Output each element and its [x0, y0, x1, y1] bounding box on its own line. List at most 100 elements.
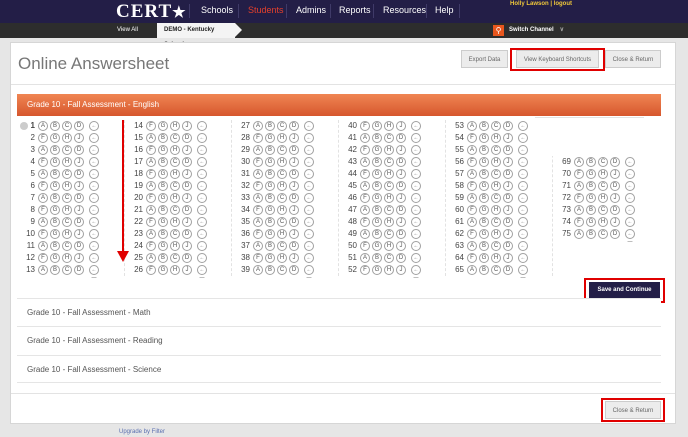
answer-bubble-j[interactable]: J — [289, 181, 299, 191]
answer-bubble-b[interactable]: B — [265, 217, 275, 227]
answer-bubble-f[interactable]: F — [253, 181, 263, 191]
clear-answer-button[interactable]: ←— — [411, 121, 421, 137]
answer-bubble-c[interactable]: C — [598, 205, 608, 215]
footer-upgrade-link[interactable]: Upgrade by Filter — [119, 429, 165, 435]
answer-bubble-a[interactable]: A — [38, 217, 48, 227]
clear-answer-button[interactable]: ←— — [411, 253, 421, 269]
answer-bubble-d[interactable]: D — [503, 145, 513, 155]
answer-bubble-b[interactable]: B — [50, 241, 60, 251]
answer-bubble-c[interactable]: C — [384, 205, 394, 215]
clear-answer-button[interactable]: ←— — [304, 181, 314, 197]
answer-bubble-a[interactable]: A — [146, 205, 156, 215]
answer-bubble-b[interactable]: B — [479, 241, 489, 251]
answer-bubble-b[interactable]: B — [586, 157, 596, 167]
clear-answer-button[interactable]: ←— — [197, 133, 207, 149]
answer-bubble-c[interactable]: C — [62, 145, 72, 155]
answer-bubble-d[interactable]: D — [289, 193, 299, 203]
assessment-header-english[interactable]: Grade 10 - Fall Assessment - English — [17, 94, 661, 116]
clear-answer-button[interactable]: ←— — [304, 205, 314, 221]
clear-answer-button[interactable]: ←— — [411, 145, 421, 161]
answer-bubble-a[interactable]: A — [146, 181, 156, 191]
answer-bubble-a[interactable]: A — [467, 121, 477, 131]
clear-answer-button[interactable]: ←— — [197, 145, 207, 161]
answer-bubble-a[interactable]: A — [253, 145, 263, 155]
answer-bubble-d[interactable]: D — [289, 217, 299, 227]
answer-bubble-b[interactable]: B — [372, 229, 382, 239]
clear-answer-button[interactable]: ←— — [304, 157, 314, 173]
answer-bubble-a[interactable]: A — [467, 217, 477, 227]
answer-bubble-h[interactable]: H — [384, 169, 394, 179]
answer-bubble-g[interactable]: G — [586, 193, 596, 203]
answer-bubble-h[interactable]: H — [384, 265, 394, 275]
answer-bubble-g[interactable]: G — [479, 205, 489, 215]
answer-bubble-f[interactable]: F — [38, 205, 48, 215]
answer-bubble-g[interactable]: G — [50, 229, 60, 239]
answer-bubble-a[interactable]: A — [360, 229, 370, 239]
answer-bubble-g[interactable]: G — [158, 145, 168, 155]
answer-bubble-a[interactable]: A — [38, 241, 48, 251]
nav-help[interactable]: Help — [427, 0, 462, 23]
clear-answer-button[interactable]: ←— — [411, 265, 421, 281]
answer-bubble-f[interactable]: F — [360, 169, 370, 179]
answer-bubble-f[interactable]: F — [146, 193, 156, 203]
answer-bubble-g[interactable]: G — [372, 121, 382, 131]
answer-bubble-g[interactable]: G — [372, 217, 382, 227]
answer-bubble-j[interactable]: J — [503, 157, 513, 167]
answer-bubble-a[interactable]: A — [467, 241, 477, 251]
clear-answer-button[interactable]: ←— — [518, 229, 528, 245]
clear-answer-button[interactable]: ←— — [197, 265, 207, 281]
answer-bubble-a[interactable]: A — [253, 121, 263, 131]
answer-bubble-c[interactable]: C — [170, 205, 180, 215]
answer-bubble-g[interactable]: G — [265, 229, 275, 239]
answer-bubble-d[interactable]: D — [182, 253, 192, 263]
answer-bubble-f[interactable]: F — [467, 157, 477, 167]
answer-bubble-j[interactable]: J — [396, 193, 406, 203]
answer-bubble-d[interactable]: D — [289, 265, 299, 275]
answer-bubble-c[interactable]: C — [491, 217, 501, 227]
answer-bubble-j[interactable]: J — [182, 265, 192, 275]
answer-bubble-f[interactable]: F — [146, 241, 156, 251]
answer-bubble-b[interactable]: B — [479, 121, 489, 131]
answer-bubble-c[interactable]: C — [491, 265, 501, 275]
answer-bubble-b[interactable]: B — [479, 217, 489, 227]
answer-bubble-f[interactable]: F — [38, 133, 48, 143]
answer-bubble-d[interactable]: D — [396, 229, 406, 239]
answer-bubble-c[interactable]: C — [598, 181, 608, 191]
clear-answer-button[interactable]: ←— — [625, 169, 635, 185]
answer-bubble-a[interactable]: A — [360, 133, 370, 143]
answer-bubble-f[interactable]: F — [146, 121, 156, 131]
clear-answer-button[interactable]: ←— — [625, 217, 635, 233]
answer-bubble-j[interactable]: J — [289, 157, 299, 167]
answer-bubble-f[interactable]: F — [467, 133, 477, 143]
answer-bubble-a[interactable]: A — [38, 265, 48, 275]
answer-bubble-d[interactable]: D — [396, 157, 406, 167]
clear-answer-button[interactable]: ←— — [197, 229, 207, 245]
answer-bubble-b[interactable]: B — [479, 169, 489, 179]
answer-bubble-b[interactable]: B — [265, 193, 275, 203]
answer-bubble-g[interactable]: G — [158, 265, 168, 275]
answer-bubble-d[interactable]: D — [396, 253, 406, 263]
answer-bubble-a[interactable]: A — [253, 241, 263, 251]
answer-bubble-b[interactable]: B — [372, 181, 382, 191]
nav-admins[interactable]: Admins — [288, 0, 334, 23]
answer-bubble-g[interactable]: G — [372, 169, 382, 179]
answer-bubble-c[interactable]: C — [62, 193, 72, 203]
answer-bubble-j[interactable]: J — [503, 253, 513, 263]
answer-bubble-j[interactable]: J — [182, 145, 192, 155]
answer-bubble-b[interactable]: B — [50, 265, 60, 275]
answer-bubble-b[interactable]: B — [50, 145, 60, 155]
answer-bubble-f[interactable]: F — [38, 253, 48, 263]
clear-answer-button[interactable]: ←— — [304, 241, 314, 257]
answer-bubble-c[interactable]: C — [62, 217, 72, 227]
answer-bubble-j[interactable]: J — [182, 217, 192, 227]
answer-bubble-b[interactable]: B — [158, 229, 168, 239]
clear-answer-button[interactable]: ←— — [197, 253, 207, 269]
answer-bubble-c[interactable]: C — [277, 217, 287, 227]
answer-bubble-f[interactable]: F — [253, 157, 263, 167]
answer-bubble-d[interactable]: D — [503, 121, 513, 131]
answer-bubble-j[interactable]: J — [74, 133, 84, 143]
answer-bubble-h[interactable]: H — [170, 145, 180, 155]
answer-bubble-g[interactable]: G — [372, 265, 382, 275]
answer-bubble-h[interactable]: H — [62, 133, 72, 143]
answer-bubble-c[interactable]: C — [384, 253, 394, 263]
